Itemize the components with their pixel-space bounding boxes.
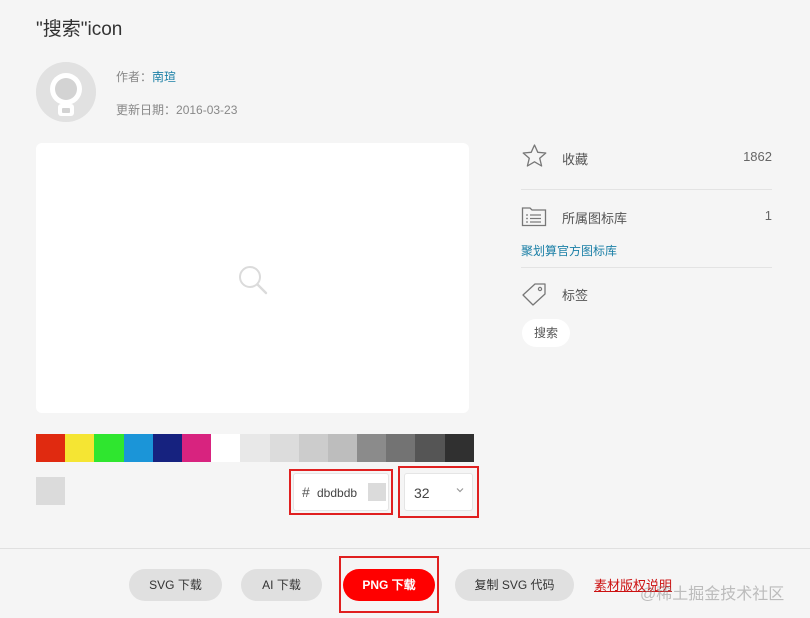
folder-list-icon xyxy=(521,207,547,227)
update-date-line: 更新日期：2016-03-23 xyxy=(116,101,237,118)
hex-color-swatch[interactable] xyxy=(368,483,386,501)
color-palette xyxy=(36,434,474,462)
library-row: 所属图标库 1 xyxy=(521,206,772,228)
search-icon xyxy=(239,266,268,295)
star-icon[interactable] xyxy=(521,143,548,169)
hex-input-highlight: # dbdbdb xyxy=(289,469,393,515)
hex-color-input[interactable]: # dbdbdb xyxy=(293,473,389,511)
color-swatch[interactable] xyxy=(357,434,387,462)
tag-icon xyxy=(522,283,546,306)
tag-chip[interactable]: 搜索 xyxy=(522,319,570,347)
color-swatch[interactable] xyxy=(298,434,328,462)
library-label: 所属图标库 xyxy=(562,211,628,226)
color-swatch[interactable] xyxy=(152,434,182,462)
selected-color-preview xyxy=(36,477,65,505)
watermark: @稀土掘金技术社区 xyxy=(640,586,785,603)
author-line: 作者：南瑄 xyxy=(116,68,176,85)
color-swatch[interactable] xyxy=(444,434,474,462)
date-label: 更新日期： xyxy=(116,103,177,117)
library-link[interactable]: 聚划算官方图标库 xyxy=(521,242,617,259)
favorites-row[interactable]: 收藏 1862 xyxy=(521,144,772,169)
hash-symbol: # xyxy=(302,484,310,500)
icon-title: "搜索"icon xyxy=(36,19,123,40)
copy-svg-code-button[interactable]: 复制 SVG 代码 xyxy=(455,569,574,601)
color-swatch[interactable] xyxy=(94,434,124,462)
color-swatch[interactable] xyxy=(36,434,66,462)
author-avatar[interactable] xyxy=(36,62,96,122)
color-swatch[interactable] xyxy=(269,434,299,462)
png-download-button[interactable]: PNG 下载 xyxy=(343,569,435,601)
color-swatch[interactable] xyxy=(65,434,95,462)
date-value: 2016-03-23 xyxy=(176,103,238,117)
favorites-label: 收藏 xyxy=(562,152,589,167)
hex-value[interactable]: dbdbdb xyxy=(317,486,357,500)
color-swatch[interactable] xyxy=(211,434,241,462)
ai-download-button[interactable]: AI 下载 xyxy=(241,569,322,601)
author-label: 作者： xyxy=(116,70,153,84)
astronaut-icon xyxy=(36,62,96,122)
chevron-down-icon xyxy=(456,488,464,493)
size-select[interactable]: 32 xyxy=(404,473,473,511)
color-swatch[interactable] xyxy=(240,434,270,462)
color-swatch[interactable] xyxy=(386,434,416,462)
size-value: 32 xyxy=(414,485,430,501)
color-swatch[interactable] xyxy=(123,434,153,462)
tags-label: 标签 xyxy=(562,288,589,303)
color-swatch[interactable] xyxy=(415,434,445,462)
library-count: 1 xyxy=(764,208,772,223)
author-link[interactable]: 南瑄 xyxy=(152,70,176,84)
color-swatch[interactable] xyxy=(327,434,358,462)
favorites-count: 1862 xyxy=(743,149,772,164)
tags-row: 标签 xyxy=(521,283,772,306)
sidebar-divider xyxy=(521,267,772,268)
icon-preview-canvas xyxy=(36,143,469,413)
svg-download-button[interactable]: SVG 下载 xyxy=(129,569,222,601)
color-swatch[interactable] xyxy=(181,434,212,462)
sidebar-divider xyxy=(521,189,772,190)
size-select-highlight: 32 xyxy=(398,466,479,518)
